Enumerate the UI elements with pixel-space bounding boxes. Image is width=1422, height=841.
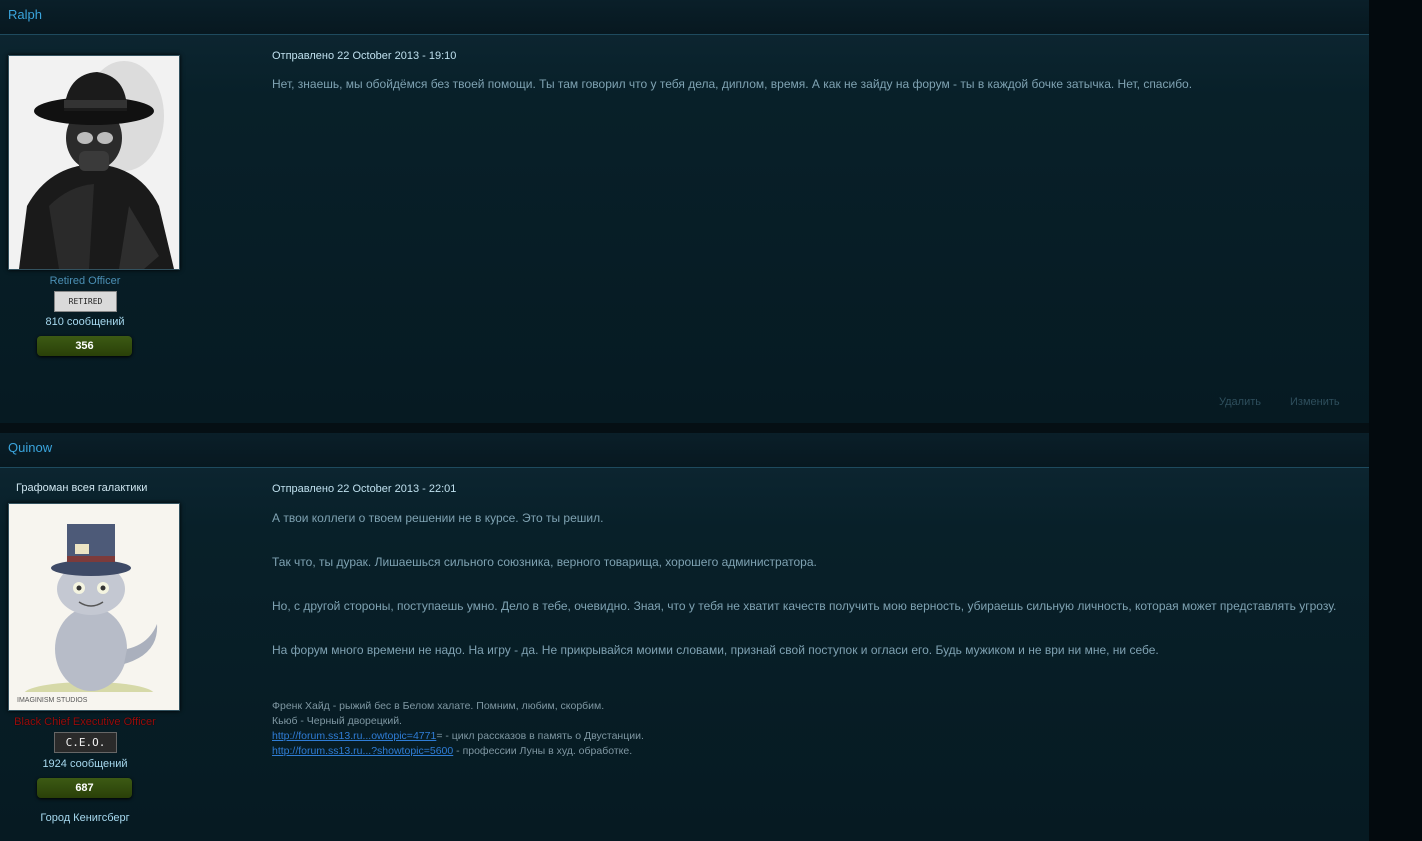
- signature-line: Френк Хайд - рыжий бес в Белом халате. П…: [272, 700, 605, 712]
- post-paragraph: Но, с другой стороны, поступаешь умно. Д…: [272, 599, 1337, 613]
- rank-badge-image: C.E.O.: [54, 732, 117, 753]
- edit-button[interactable]: Изменить: [1290, 396, 1340, 408]
- post-header: Ralph: [0, 0, 1369, 35]
- post-paragraph: Так что, ты дурак. Лишаешься сильного со…: [272, 555, 817, 569]
- signature-line: http://forum.ss13.ru...?showtopic=5600 -…: [272, 744, 644, 759]
- cat-avatar-image: IMAGINISM STUDIOS: [9, 504, 179, 710]
- signature-link[interactable]: http://forum.ss13.ru...owtopic=4771: [272, 730, 436, 742]
- signature-line: Кьюб - Черный дворецкий.: [272, 715, 402, 727]
- user-rank: Retired Officer: [0, 275, 170, 287]
- page-margin: [1369, 0, 1422, 841]
- post-date: Отправлено 22 October 2013 - 19:10: [272, 50, 457, 62]
- rank-label: Black Chief Executive Officer: [14, 716, 156, 728]
- avatar[interactable]: IMAGINISM STUDIOS: [8, 503, 180, 711]
- user-location: Город Кенигсберг: [40, 812, 130, 824]
- avatar-caption: IMAGINISM STUDIOS: [17, 697, 88, 704]
- author-name-link[interactable]: Quinow: [8, 440, 52, 455]
- rank-badge-image: RETIRED: [54, 291, 117, 312]
- signature-line: http://forum.ss13.ru...owtopic=4771= - ц…: [272, 729, 644, 744]
- signature-link-suffix: = - цикл рассказов в память о Двустанции…: [436, 730, 644, 742]
- signature: Френк Хайд - рыжий бес в Белом халате. П…: [272, 699, 644, 759]
- rank-badge-text: RETIRED: [68, 297, 103, 306]
- avatar[interactable]: [8, 55, 180, 270]
- post-separator: [0, 423, 1369, 433]
- spy-avatar-image: [9, 56, 179, 269]
- signature-link[interactable]: http://forum.ss13.ru...?showtopic=5600: [272, 745, 453, 757]
- message-count: 1924 сообщений: [42, 758, 128, 770]
- delete-button[interactable]: Удалить: [1219, 396, 1261, 408]
- post-text: Нет, знаешь, мы обойдёмся без твоей помо…: [272, 73, 1352, 95]
- rank-label: Retired Officer: [49, 275, 121, 287]
- signature-link-suffix: - профессии Луны в худ. обработке.: [453, 745, 633, 757]
- post-body: Графоман всея галактики IMAGINISM STUDIO…: [0, 468, 1369, 841]
- post-header: Quinow: [0, 433, 1369, 468]
- post-body: Retired Officer RETIRED 810 сообщений 35…: [0, 35, 1369, 429]
- post-paragraph: На форум много времени не надо. На игру …: [272, 643, 1159, 657]
- user-rank: Black Chief Executive Officer: [0, 716, 170, 728]
- post-paragraph: Нет, знаешь, мы обойдёмся без твоей помо…: [272, 77, 1193, 91]
- reputation-badge: 687: [37, 778, 132, 798]
- post-text: А твои коллеги о твоем решении не в курс…: [272, 507, 1352, 661]
- forum-topic: Ralph Retired Officer RETIRED 810 сообще…: [0, 0, 1369, 841]
- reputation-badge: 356: [37, 336, 132, 356]
- message-count: 810 сообщений: [45, 316, 125, 328]
- user-title: Графоман всея галактики: [16, 482, 148, 494]
- post-date: Отправлено 22 October 2013 - 22:01: [272, 483, 457, 495]
- post-paragraph: А твои коллеги о твоем решении не в курс…: [272, 511, 604, 525]
- author-name-link[interactable]: Ralph: [8, 7, 42, 22]
- rank-badge-text: C.E.O.: [65, 736, 106, 749]
